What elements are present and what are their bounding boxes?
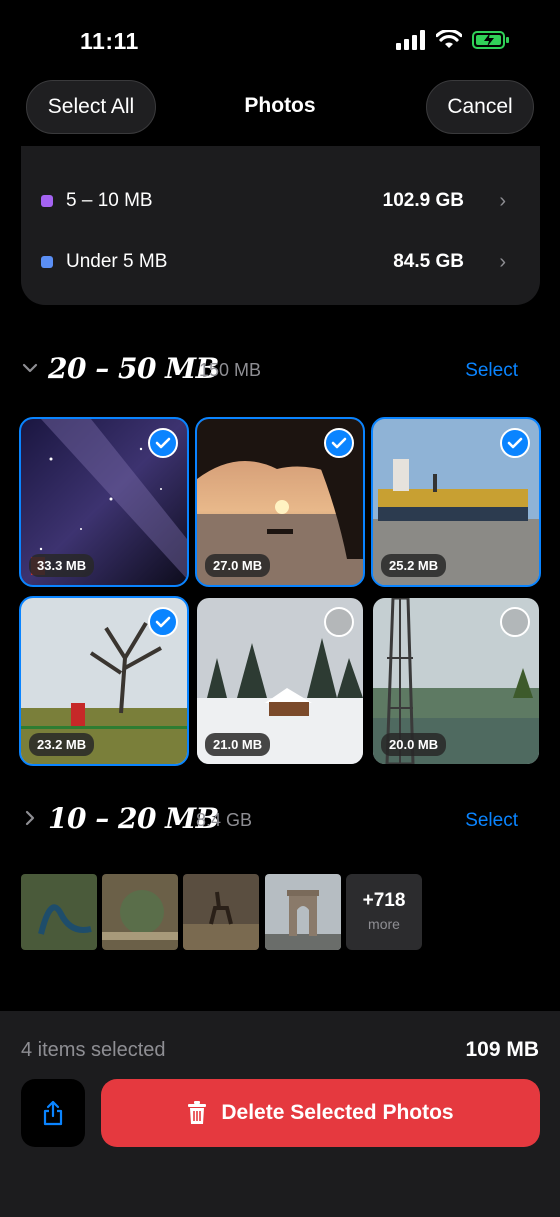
purple-dot-icon xyxy=(41,195,53,207)
section-select-button[interactable]: Select xyxy=(465,810,518,832)
photo-size-badge: 33.3 MB xyxy=(29,554,95,577)
selected-count: 4 items selected xyxy=(21,1039,166,1061)
status-time: 11:11 xyxy=(80,28,139,54)
more-count: +718 xyxy=(362,890,406,911)
chevron-right-icon: › xyxy=(499,189,506,212)
wifi-icon xyxy=(436,30,462,48)
checkmark-icon[interactable] xyxy=(148,428,178,458)
section-size: 150 MB xyxy=(199,360,262,380)
chevron-right-icon[interactable] xyxy=(22,810,38,826)
summary-row-under-5mb[interactable]: Under 5 MB 84.5 GB › xyxy=(21,242,540,282)
checkmark-icon[interactable] xyxy=(500,428,530,458)
chevron-right-icon: › xyxy=(499,250,506,273)
photo-size-badge: 21.0 MB xyxy=(205,733,271,756)
photo-tile[interactable]: 33.3 MB xyxy=(19,417,189,587)
peacock-display-photo xyxy=(102,874,178,950)
share-button[interactable] xyxy=(21,1079,85,1147)
india-gate-photo xyxy=(265,874,341,950)
antelope-photo xyxy=(183,874,259,950)
thumbnail[interactable] xyxy=(265,874,341,950)
selected-size: 109 MB xyxy=(465,1038,539,1061)
summary-label: 5 – 10 MB xyxy=(66,190,153,211)
summary-value: 102.9 GB xyxy=(382,190,464,211)
thumbnail[interactable] xyxy=(21,874,97,950)
summary-value: 84.5 GB xyxy=(393,251,464,272)
cancel-button[interactable]: Cancel xyxy=(426,80,534,134)
summary-label: Under 5 MB xyxy=(66,251,168,272)
section-select-button[interactable]: Select xyxy=(465,360,518,382)
section-title: 10 – 20 MB xyxy=(48,802,219,835)
photo-size-badge: 20.0 MB xyxy=(381,733,447,756)
delete-label: Delete Selected Photos xyxy=(221,1101,454,1124)
thumbnail[interactable] xyxy=(102,874,178,950)
section-size: 8.4 GB xyxy=(196,810,253,830)
photo-tile[interactable]: 27.0 MB xyxy=(195,417,365,587)
bottom-action-bar: 4 items selected 109 MB Delete Selected … xyxy=(0,1011,560,1217)
section-header-10-20mb: 10 – 20 MB 8.4 GB Select xyxy=(0,800,560,844)
checkmark-icon[interactable] xyxy=(324,428,354,458)
summary-row-5-10mb[interactable]: 5 – 10 MB 102.9 GB › xyxy=(21,181,540,221)
delete-selected-button[interactable]: Delete Selected Photos xyxy=(101,1079,540,1147)
cellular-signal-icon xyxy=(396,30,425,50)
section-title: 20 – 50 MB xyxy=(48,352,219,385)
status-icons xyxy=(396,30,510,50)
photo-tile[interactable]: 21.0 MB xyxy=(197,598,363,764)
photo-size-badge: 27.0 MB xyxy=(205,554,271,577)
blue-dot-icon xyxy=(41,256,53,268)
unchecked-circle-icon[interactable] xyxy=(500,607,530,637)
unchecked-circle-icon[interactable] xyxy=(324,607,354,637)
more-label: more xyxy=(368,916,400,932)
chevron-down-icon[interactable] xyxy=(22,360,38,376)
photo-tile[interactable]: 20.0 MB xyxy=(373,598,539,764)
trash-icon xyxy=(188,1101,207,1124)
section-header-20-50mb: 20 – 50 MB 150 MB Select xyxy=(0,350,560,394)
peacock-photo xyxy=(21,874,97,950)
checkmark-icon[interactable] xyxy=(148,607,178,637)
photo-size-badge: 23.2 MB xyxy=(29,733,95,756)
nav-bar: Select All Photos Cancel xyxy=(0,78,560,138)
more-photos-tile[interactable]: +718 more xyxy=(346,874,422,950)
battery-charging-icon xyxy=(472,31,509,49)
photo-tile[interactable]: 23.2 MB xyxy=(19,596,189,766)
photo-size-badge: 25.2 MB xyxy=(381,554,447,577)
status-bar: 11:11 xyxy=(0,0,560,80)
photo-tile[interactable]: 25.2 MB xyxy=(371,417,541,587)
thumbnail[interactable] xyxy=(183,874,259,950)
share-icon xyxy=(43,1100,63,1126)
size-summary-card: 5 – 10 MB 102.9 GB › Under 5 MB 84.5 GB … xyxy=(21,146,540,305)
